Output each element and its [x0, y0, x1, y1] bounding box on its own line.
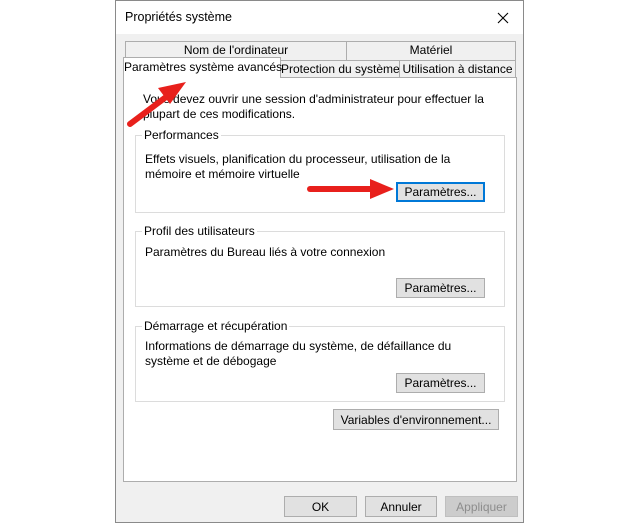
tab-utilisation-distance[interactable]: Utilisation à distance	[399, 60, 516, 78]
tab-protection-systeme[interactable]: Protection du système	[280, 60, 400, 78]
performances-settings-button[interactable]: Paramètres...	[396, 182, 485, 202]
demarrage-legend: Démarrage et récupération	[142, 319, 290, 334]
performances-description: Effets visuels, planification du process…	[145, 152, 451, 181]
demarrage-settings-button[interactable]: Paramètres...	[396, 373, 485, 393]
environment-variables-button[interactable]: Variables d'environnement...	[333, 409, 499, 430]
cancel-button[interactable]: Annuler	[365, 496, 437, 517]
system-properties-dialog: Propriétés système Nom de l'ordinateur M…	[115, 0, 524, 523]
advanced-settings-panel: Vous devez ouvrir une session d'administ…	[123, 77, 517, 482]
demarrage-description: Informations de démarrage du système, de…	[145, 339, 452, 368]
profil-settings-button[interactable]: Paramètres...	[396, 278, 485, 298]
apply-button: Appliquer	[445, 496, 518, 517]
profil-description: Paramètres du Bureau liés à votre connex…	[145, 245, 386, 259]
tab-materiel[interactable]: Matériel	[346, 41, 516, 61]
ok-button[interactable]: OK	[284, 496, 357, 517]
performances-group: Performances Effets visuels, planificati…	[135, 128, 505, 213]
close-icon	[497, 12, 509, 23]
admin-info-text: Vous devez ouvrir une session d'administ…	[143, 92, 484, 121]
demarrage-group: Démarrage et récupération Informations d…	[135, 319, 505, 402]
title-bar: Propriétés système	[116, 1, 523, 34]
profil-legend: Profil des utilisateurs	[142, 224, 257, 239]
performances-legend: Performances	[142, 128, 221, 143]
profil-group: Profil des utilisateurs Paramètres du Bu…	[135, 224, 505, 307]
tab-parametres-systeme-avances[interactable]: Paramètres système avancés	[123, 57, 282, 78]
close-button[interactable]	[483, 1, 523, 34]
window-title: Propriétés système	[125, 10, 232, 24]
